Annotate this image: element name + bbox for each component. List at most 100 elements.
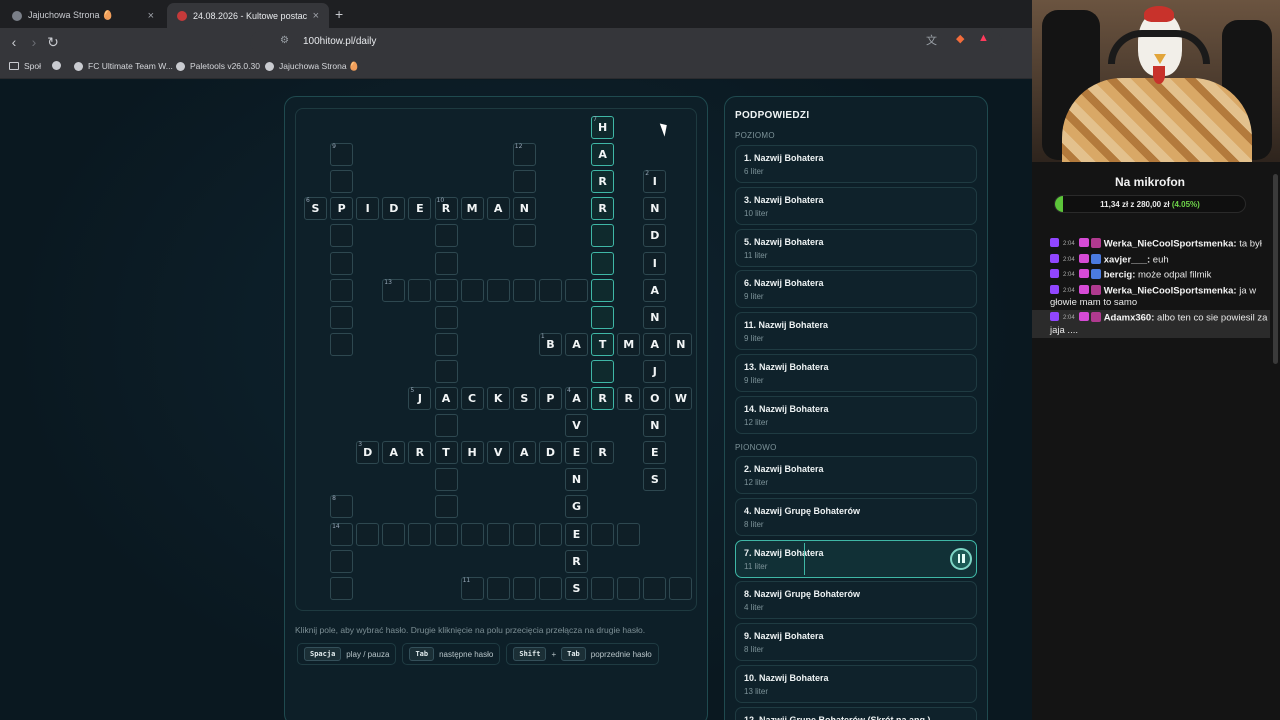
- crossword-cell[interactable]: A: [591, 143, 615, 167]
- crossword-cell[interactable]: T: [434, 441, 458, 465]
- crossword-cell[interactable]: [643, 576, 667, 600]
- clue-item[interactable]: 6. Nazwij Bohatera 9 liter: [735, 270, 977, 309]
- crossword-cell[interactable]: [591, 359, 615, 383]
- crossword-cell[interactable]: A: [643, 278, 667, 302]
- crossword-cell[interactable]: N: [565, 468, 588, 492]
- crossword-cell[interactable]: J: [643, 359, 667, 383]
- crossword-cell[interactable]: [434, 251, 458, 275]
- clue-item[interactable]: 11. Nazwij Bohatera 9 liter: [735, 312, 977, 351]
- crossword-cell[interactable]: [330, 549, 354, 573]
- crossword-cell[interactable]: A: [565, 332, 588, 356]
- translate-icon[interactable]: 文: [926, 32, 937, 48]
- crossword-cell[interactable]: [486, 278, 510, 302]
- crossword-cell[interactable]: 11: [460, 576, 484, 600]
- crossword-cell[interactable]: [512, 224, 536, 248]
- crossword-cell[interactable]: N: [512, 197, 536, 221]
- crossword-cell[interactable]: [330, 170, 354, 194]
- crossword-cell[interactable]: [460, 522, 484, 546]
- crossword-cell[interactable]: P: [330, 197, 354, 221]
- crossword-cell[interactable]: [591, 251, 615, 275]
- crossword-cell[interactable]: R: [408, 441, 432, 465]
- close-tab-icon[interactable]: ×: [313, 10, 319, 22]
- site-info-icon[interactable]: ⚙: [280, 35, 289, 46]
- crossword-cell[interactable]: N: [669, 332, 693, 356]
- crossword-cell[interactable]: [591, 305, 615, 329]
- pause-icon[interactable]: [950, 547, 972, 570]
- crossword-cell[interactable]: [434, 522, 458, 546]
- crossword-cell[interactable]: [486, 576, 510, 600]
- crossword-cell[interactable]: 5J: [408, 387, 432, 410]
- crossword-cell[interactable]: [617, 576, 641, 600]
- crossword-cell[interactable]: [330, 332, 354, 356]
- crossword-cell[interactable]: N: [643, 197, 667, 221]
- crossword-cell[interactable]: N: [643, 305, 667, 329]
- crossword-cell[interactable]: T: [591, 332, 615, 356]
- crossword-cell[interactable]: [434, 224, 458, 248]
- crossword-cell[interactable]: [591, 224, 615, 248]
- chat-username[interactable]: Werka_NieCoolSportsmenka:: [1104, 239, 1237, 250]
- bookmark-item[interactable]: Jajuchowa Strona 🥚: [265, 61, 360, 72]
- crossword-cell[interactable]: [538, 576, 562, 600]
- browser-tab-active[interactable]: 24.08.2026 - Kultowe postaci - 100hitow …: [167, 3, 329, 28]
- crossword-cell[interactable]: S: [565, 576, 588, 600]
- address-bar[interactable]: ⚙ 100hitow.pl/daily: [250, 31, 1002, 53]
- back-icon[interactable]: ‹: [4, 32, 24, 52]
- crossword-cell[interactable]: [408, 278, 432, 302]
- crossword-cell[interactable]: E: [408, 197, 432, 221]
- crossword-cell[interactable]: S: [643, 468, 667, 492]
- chat-scrollbar[interactable]: [1273, 174, 1278, 364]
- crossword-cell[interactable]: I: [356, 197, 380, 221]
- crossword-cell[interactable]: A: [643, 332, 667, 356]
- crossword-cell[interactable]: 14: [330, 522, 354, 546]
- crossword-cell[interactable]: D: [643, 224, 667, 248]
- crossword-cell[interactable]: [591, 278, 615, 302]
- clue-item[interactable]: 12. Nazwij Grupę Bohaterów (Skrót na ang…: [735, 706, 977, 720]
- crossword-cell[interactable]: 9: [330, 143, 354, 167]
- crossword-cell[interactable]: [512, 522, 536, 546]
- crossword-cell[interactable]: [330, 278, 354, 302]
- chat-username[interactable]: xavjer___:: [1104, 254, 1150, 265]
- crossword-cell[interactable]: [512, 278, 536, 302]
- crossword-cell[interactable]: [591, 576, 615, 600]
- crossword-cell[interactable]: [617, 522, 641, 546]
- clue-item[interactable]: 1. Nazwij Bohatera 6 liter: [735, 145, 977, 183]
- crossword-cell[interactable]: W: [669, 387, 693, 410]
- crossword-cell[interactable]: D: [538, 441, 562, 465]
- close-tab-icon[interactable]: ×: [148, 10, 154, 22]
- chat-username[interactable]: Adamx360:: [1104, 313, 1155, 324]
- crossword-cell[interactable]: P: [538, 387, 562, 410]
- crossword-cell[interactable]: 2I: [643, 170, 667, 194]
- crossword-cell[interactable]: A: [486, 197, 510, 221]
- crossword-cell[interactable]: [330, 224, 354, 248]
- crossword-cell[interactable]: 1B: [538, 332, 562, 356]
- forward-icon[interactable]: ›: [24, 32, 44, 52]
- reload-icon[interactable]: ↻: [43, 32, 63, 52]
- crossword-cell[interactable]: 13: [382, 278, 406, 302]
- crossword-cell[interactable]: [434, 414, 458, 438]
- clue-item[interactable]: 14. Nazwij Bohatera 12 liter: [735, 395, 977, 434]
- clue-item-active[interactable]: 7. Nazwij Bohatera 11 liter: [735, 539, 977, 578]
- bookmark-item[interactable]: [52, 61, 66, 70]
- crossword-cell[interactable]: 6S: [304, 197, 327, 221]
- clue-item[interactable]: 9. Nazwij Bohatera 8 liter: [735, 623, 977, 662]
- new-tab-button[interactable]: +: [335, 6, 343, 22]
- crossword-cell[interactable]: E: [565, 522, 588, 546]
- rewards-triangle-icon[interactable]: ▲: [978, 32, 989, 44]
- crossword-cell[interactable]: R: [591, 441, 615, 465]
- crossword-cell[interactable]: [434, 359, 458, 383]
- crossword-cell[interactable]: S: [512, 387, 536, 410]
- brave-shield-icon[interactable]: ◆: [956, 32, 964, 45]
- clue-item[interactable]: 5. Nazwij Bohatera 11 liter: [735, 228, 977, 267]
- crossword-cell[interactable]: [434, 332, 458, 356]
- crossword-cell[interactable]: E: [643, 441, 667, 465]
- bookmark-folder[interactable]: Społ: [9, 61, 41, 71]
- crossword-cell[interactable]: D: [382, 197, 406, 221]
- crossword-cell[interactable]: 3D: [356, 441, 380, 465]
- crossword-cell[interactable]: H: [460, 441, 484, 465]
- crossword-cell[interactable]: [434, 495, 458, 519]
- crossword-cell[interactable]: R: [591, 170, 615, 194]
- crossword-cell[interactable]: [434, 278, 458, 302]
- clue-item[interactable]: 4. Nazwij Grupę Bohaterów 8 liter: [735, 497, 977, 536]
- crossword-cell[interactable]: [356, 522, 380, 546]
- crossword-cell[interactable]: [330, 251, 354, 275]
